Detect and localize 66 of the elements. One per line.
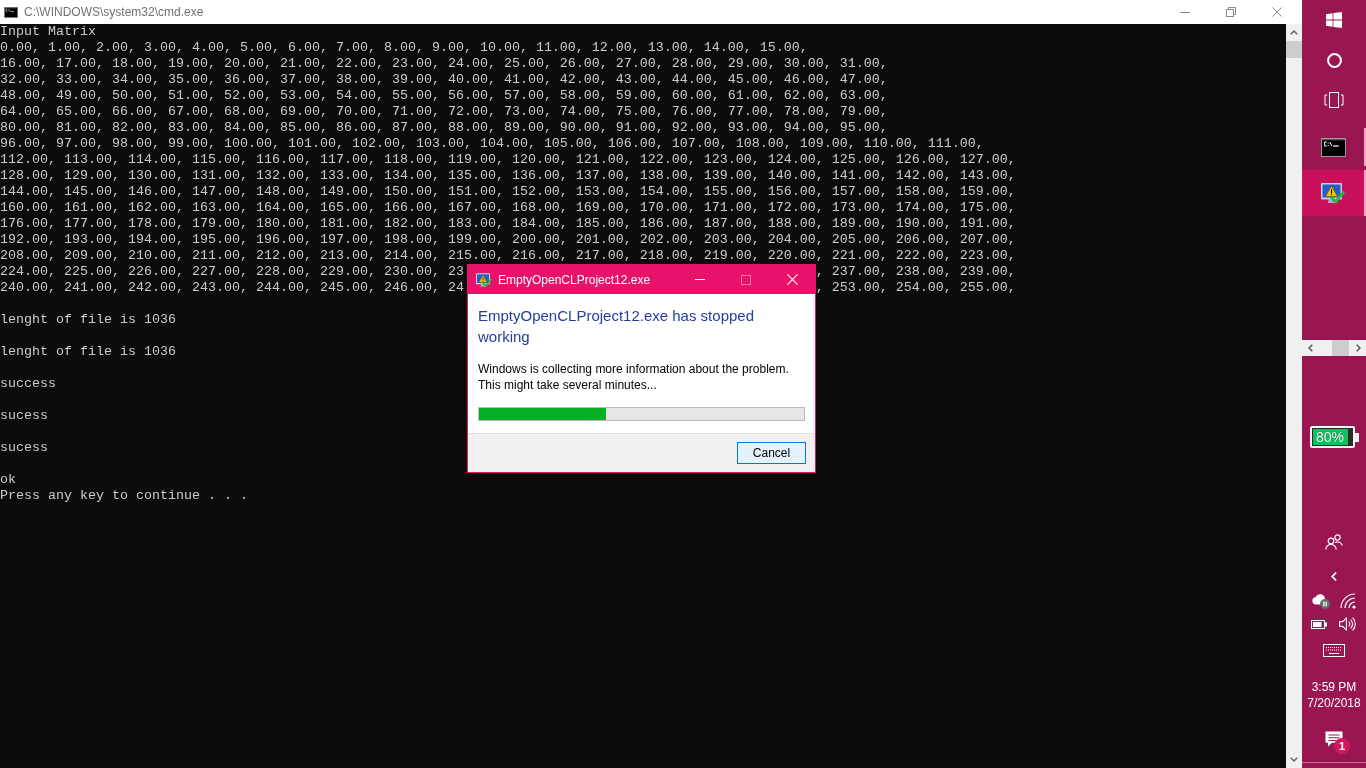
console-line: success [0,376,56,391]
dialog-title: EmptyOpenCLProject12.exe [498,272,651,287]
clock-date[interactable]: 7/20/2018 [1307,695,1361,711]
restore-icon [1226,7,1236,17]
cloud-paused-icon [1311,593,1331,609]
console-line: 48.00, 49.00, 50.00, 51.00, 52.00, 53.00, 54.00, 55.00, 56.00, 57.00, 58.00, 59.00, 60.00, 61.00, 62.00, 63.00, [0,88,888,103]
console-line: Press any key to continue . . . [0,488,248,503]
terminal-icon [1320,137,1346,157]
minimize-icon [1180,11,1190,13]
speaker-icon [1339,617,1356,631]
chevron-right-icon [1355,344,1361,352]
console-line: 208.00, 209.00, 210.00, 211.00, 212.00, 213.00, 214.00, 215.00, 216.00, 217.00, 218.00, 219.00, 220.00, 221.00, 222.00, 223.00, [0,248,1016,263]
cloud-tray-button[interactable] [1311,593,1331,609]
volume-tray-button[interactable] [1339,617,1356,631]
console-line: 16.00, 17.00, 18.00, 19.00, 20.00, 21.00, 22.00, 23.00, 24.00, 25.00, 26.00, 27.00, 28.00, 29.00, 30.00, 31.00, [0,56,888,71]
console-line: 192.00, 193.00, 194.00, 195.00, 196.00, 197.00, 198.00, 199.00, 200.00, 201.00, 202.00, 203.00, 204.00, 205.00, 206.00, 207.00, [0,232,1016,247]
console-line: 144.00, 145.00, 146.00, 147.00, 148.00, 149.00, 150.00, 151.00, 152.00, 153.00, 154.00, 155.00, 156.00, 157.00, 158.00, 159.00, [0,184,1016,199]
console-line: 112.00, 113.00, 114.00, 115.00, 116.00, 117.00, 118.00, 119.00, 120.00, 121.00, 122.00, 123.00, 124.00, 125.00, 126.00, 127.00, [0,152,1016,167]
battery-tray-button[interactable] [1311,619,1327,629]
circle-icon [1326,52,1342,68]
keyboard-icon [1323,643,1345,657]
console-line: lenght of file is 1036 [0,344,176,359]
console-line: 224.00, 225.00, 226.00, 227.00, 228.00, 229.00, 230.00, 23 [0,264,464,280]
scrollbar-thumb[interactable] [1286,41,1302,58]
console-line: Input Matrix [0,24,96,39]
console-line: 176.00, 177.00, 178.00, 179.00, 180.00, 181.00, 182.00, 183.00, 184.00, 185.00, 186.00, 187.00, 188.00, 189.00, 190.00, 191.00, [0,216,1016,231]
console-line: 32.00, 33.00, 34.00, 35.00, 36.00, 37.00, 38.00, 39.00, 40.00, 41.00, 42.00, 43.00, 44.00, 45.00, 46.00, 47.00, [0,72,888,87]
cancel-button[interactable]: Cancel [737,442,806,464]
clock-time[interactable]: 3:59 PM [1311,679,1357,695]
close-icon [1272,7,1282,17]
console-line: , 253.00, 254.00, 255.00, [815,280,1016,296]
wifi-tray-button[interactable] [1340,593,1356,609]
close-icon [786,274,798,285]
notification-count: 1 [1334,738,1350,754]
windows-logo-icon [1326,12,1342,28]
wifi-icon [1340,593,1356,609]
terminal-icon [4,6,18,18]
error-heading: EmptyOpenCLProject12.exe has stopped working [478,306,755,347]
console-line: 160.00, 161.00, 162.00, 163.00, 164.00, 165.00, 166.00, 167.00, 168.00, 169.00, 170.00, 171.00, 172.00, 173.00, 174.00, 175.00, [0,200,1016,215]
console-line: 80.00, 81.00, 82.00, 83.00, 84.00, 85.00, 86.00, 87.00, 88.00, 89.00, 90.00, 91.00, 92.00, 93.00, 94.00, 95.00, [0,120,888,135]
monitor-warning-icon [476,271,492,288]
battery-meter: 80% [1309,426,1359,448]
console-line: 64.00, 65.00, 66.00, 67.00, 68.00, 69.00, 70.00, 71.00, 72.00, 73.00, 74.00, 75.00, 76.00, 77.00, 78.00, 79.00, [0,104,888,119]
console-line: , 237.00, 238.00, 239.00, [815,264,1016,280]
chevron-up-icon [1290,30,1298,35]
console-line: 240.00, 241.00, 242.00, 243.00, 244.00, 245.00, 246.00, 24 [0,280,464,296]
console-line: 96.00, 97.00, 98.00, 99.00, 100.00, 101.00, 102.00, 103.00, 104.00, 105.00, 106.00, 107.00, 108.00, 109.00, 110.00, 111.00, [0,136,984,151]
scrollbar-thumb[interactable] [1332,340,1349,356]
console-line: sucess [0,408,48,423]
console-line: 0.00, 1.00, 2.00, 3.00, 4.00, 5.00, 6.00, 7.00, 8.00, 9.00, 10.00, 11.00, 12.00, 13.00, 14.00, 15.00, [0,40,808,55]
task-view-icon [1324,92,1344,108]
minimize-icon [695,279,705,280]
error-message: Windows is collecting more information about the problem. This might take several minutes... [478,361,790,393]
console-line: sucess [0,440,48,455]
console-line: 128.00, 129.00, 130.00, 131.00, 132.00, 133.00, 134.00, 135.00, 136.00, 137.00, 138.00, 139.00, 140.00, 141.00, 142.00, 143.00, [0,168,1016,183]
people-icon [1325,534,1343,550]
chevron-left-icon [1307,344,1313,352]
action-center-button[interactable]: 1 [1302,723,1366,755]
battery-icon [1311,619,1327,629]
window-title: C:\WINDOWS\system32\cmd.exe [24,5,204,19]
chevron-left-icon [1331,570,1337,582]
monitor-warning-icon [1321,181,1345,205]
chevron-down-icon [1290,757,1298,762]
console-line: ok [0,472,16,487]
maximize-icon [741,274,751,285]
console-line: lenght of file is 1036 [0,312,176,327]
